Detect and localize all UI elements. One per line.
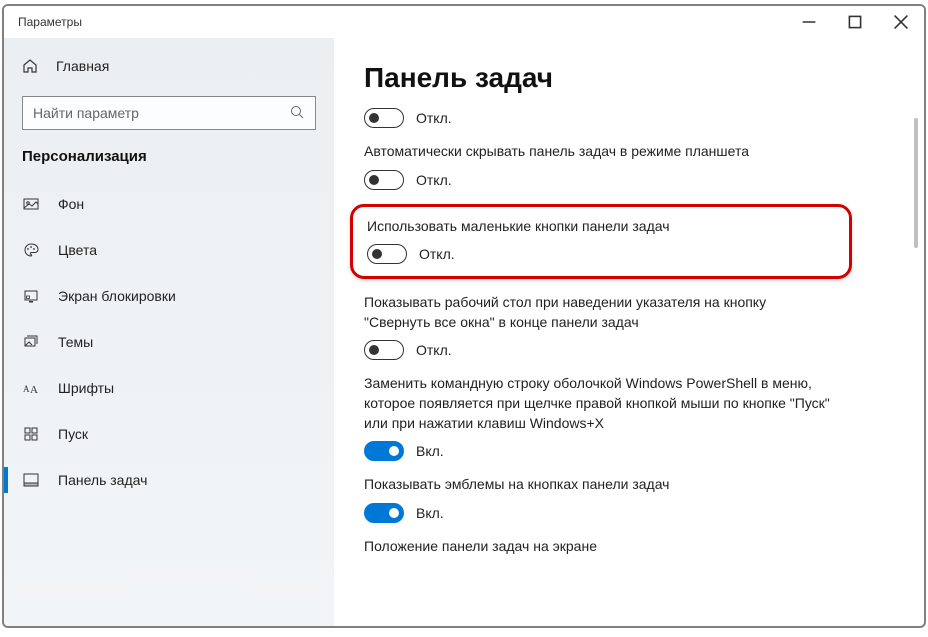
maximize-button[interactable] <box>832 6 878 38</box>
palette-icon <box>22 242 40 258</box>
sidebar-item-label: Панель задач <box>58 472 147 488</box>
toggle-state: Откл. <box>416 342 452 358</box>
page-title: Панель задач <box>364 62 894 94</box>
lockscreen-icon <box>22 288 40 304</box>
setting-row: Использовать маленькие кнопки панели зад… <box>367 217 835 265</box>
highlighted-setting: Использовать маленькие кнопки панели зад… <box>350 204 852 280</box>
setting-label: Заменить командную строку оболочкой Wind… <box>364 374 834 433</box>
start-icon <box>22 426 40 442</box>
sidebar-item-label: Цвета <box>58 242 97 258</box>
scrollbar[interactable] <box>908 78 922 622</box>
toggle-state: Откл. <box>416 172 452 188</box>
setting-label: Автоматически скрывать панель задач в ре… <box>364 142 834 162</box>
svg-text:A: A <box>23 384 30 394</box>
sidebar-item-label: Пуск <box>58 426 88 442</box>
setting-row: Положение панели задач на экране <box>364 537 894 557</box>
sidebar-section-title: Персонализация <box>4 148 334 179</box>
toggle-switch[interactable] <box>367 244 407 264</box>
toggle-switch[interactable] <box>364 340 404 360</box>
scroll-thumb[interactable] <box>914 118 918 248</box>
sidebar: Главная Найти параметр Персонализация Фо… <box>4 38 334 626</box>
content: Панель задач Откл. Автоматически скрыват… <box>334 38 924 626</box>
search-icon <box>289 104 305 123</box>
setting-row: Заменить командную строку оболочкой Wind… <box>364 374 894 461</box>
setting-label: Использовать маленькие кнопки панели зад… <box>367 217 835 237</box>
svg-text:A: A <box>30 384 38 396</box>
sidebar-item-label: Экран блокировки <box>58 288 176 304</box>
window-title: Параметры <box>18 15 82 29</box>
setting-row: Автоматически скрывать панель задач в ре… <box>364 142 894 190</box>
sidebar-item-lockscreen[interactable]: Экран блокировки <box>4 275 334 317</box>
toggle-switch[interactable] <box>364 441 404 461</box>
titlebar: Параметры <box>4 6 924 38</box>
sidebar-item-themes[interactable]: Темы <box>4 321 334 363</box>
sidebar-item-colors[interactable]: Цвета <box>4 229 334 271</box>
sidebar-item-label: Фон <box>58 196 84 212</box>
toggle-switch[interactable] <box>364 170 404 190</box>
setting-row: Откл. <box>364 108 894 128</box>
setting-label: Показывать рабочий стол при наведении ук… <box>364 293 834 332</box>
toggle-state: Вкл. <box>416 443 444 459</box>
search-placeholder: Найти параметр <box>33 105 139 121</box>
home-icon <box>22 58 40 74</box>
toggle-state: Откл. <box>419 246 455 262</box>
window-controls <box>786 6 924 38</box>
setting-row: Показывать рабочий стол при наведении ук… <box>364 293 894 360</box>
minimize-button[interactable] <box>786 6 832 38</box>
sidebar-item-label: Темы <box>58 334 93 350</box>
picture-icon <box>22 196 40 212</box>
close-button[interactable] <box>878 6 924 38</box>
themes-icon <box>22 334 40 350</box>
search-input[interactable]: Найти параметр <box>22 96 316 130</box>
sidebar-item-label: Шрифты <box>58 380 114 396</box>
home-label: Главная <box>56 58 109 74</box>
taskbar-icon <box>22 472 40 488</box>
sidebar-item-background[interactable]: Фон <box>4 183 334 225</box>
sidebar-home[interactable]: Главная <box>4 48 334 84</box>
toggle-switch[interactable] <box>364 503 404 523</box>
settings-window: Параметры Главная Найти параметр Персона… <box>4 6 924 626</box>
sidebar-item-taskbar[interactable]: Панель задач <box>4 459 334 501</box>
toggle-switch[interactable] <box>364 108 404 128</box>
sidebar-item-fonts[interactable]: AA Шрифты <box>4 367 334 409</box>
setting-label: Положение панели задач на экране <box>364 537 834 557</box>
setting-row: Показывать эмблемы на кнопках панели зад… <box>364 475 894 523</box>
sidebar-item-start[interactable]: Пуск <box>4 413 334 455</box>
setting-label: Показывать эмблемы на кнопках панели зад… <box>364 475 834 495</box>
fonts-icon: AA <box>22 380 40 396</box>
toggle-state: Вкл. <box>416 505 444 521</box>
toggle-state: Откл. <box>416 110 452 126</box>
